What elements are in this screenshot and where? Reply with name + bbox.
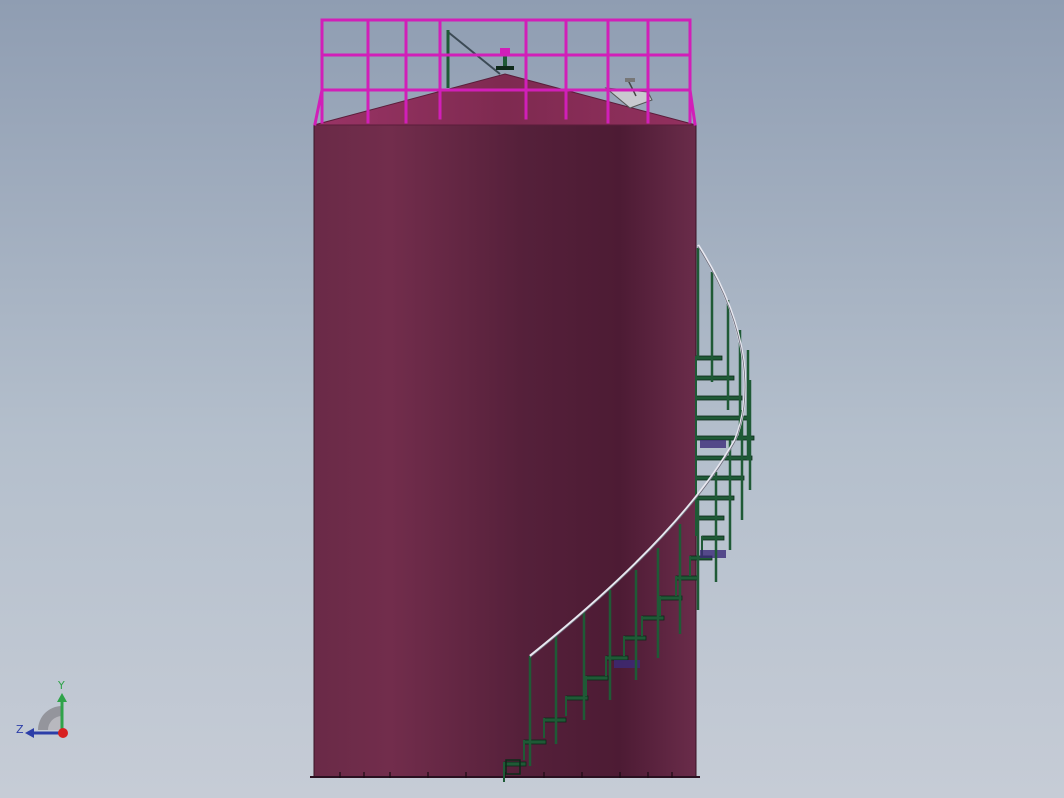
stair-tread (695, 395, 743, 401)
stair-tread (695, 475, 745, 481)
stair-tread (659, 595, 683, 601)
stair-tread (701, 535, 725, 541)
z-axis-label: Z (16, 723, 24, 736)
stair-tread (695, 355, 723, 361)
model-scene[interactable] (0, 0, 1064, 798)
graphics-viewport[interactable]: Y Z (0, 0, 1064, 798)
y-axis-label: Y (58, 679, 65, 692)
stair-tread (641, 615, 665, 621)
stair-tread (695, 515, 725, 521)
x-axis-point (58, 728, 68, 738)
stair-tread (523, 739, 547, 745)
stair-tread (503, 761, 527, 767)
view-orientation-triad[interactable] (25, 693, 68, 738)
tank-shell[interactable] (310, 125, 700, 778)
stair-tread (695, 435, 755, 441)
stair-tread (585, 675, 609, 681)
